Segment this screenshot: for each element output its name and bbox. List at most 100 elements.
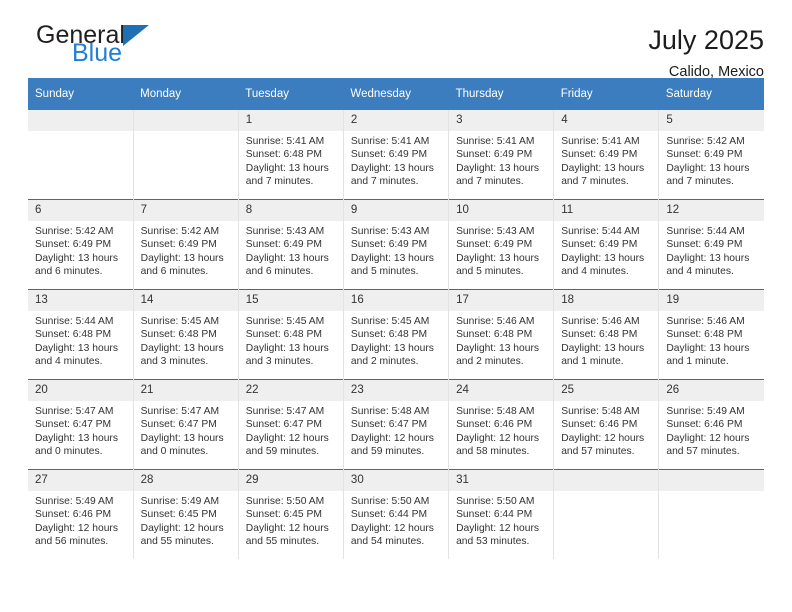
sunrise-text: Sunrise: 5:44 AM <box>561 226 640 237</box>
calendar-day-cell[interactable]: 24 Sunrise: 5:48 AM Sunset: 6:46 PM Dayligh… <box>448 379 555 470</box>
calendar-day-cell[interactable]: 16 Sunrise: 5:45 AM Sunset: 6:48 PM Dayligh… <box>343 289 450 380</box>
day-number: 21 <box>133 380 238 401</box>
calendar-day-cell[interactable]: 18 Sunrise: 5:46 AM Sunset: 6:48 PM Dayligh… <box>553 289 660 380</box>
daylight-text-line2: and 59 minutes. <box>350 446 425 458</box>
day-details: Sunrise: 5:44 AM Sunset: 6:49 PM Daylight:… <box>659 221 764 279</box>
day-details: Sunrise: 5:45 AM Sunset: 6:48 PM Daylight:… <box>344 311 448 369</box>
calendar-day-cell[interactable]: 28 Sunrise: 5:49 AM Sunset: 6:45 PM Dayligh… <box>133 469 239 559</box>
page-header: General Blue July 2025 Calido, Mexico <box>28 0 764 80</box>
weekday-header-wednesday: Wednesday <box>343 78 449 110</box>
daylight-text-line2: and 1 minute. <box>666 356 729 368</box>
calendar-day-cell[interactable]: 13 Sunrise: 5:44 AM Sunset: 6:48 PM Dayligh… <box>28 289 134 380</box>
calendar-day-cell[interactable]: 30 Sunrise: 5:50 AM Sunset: 6:44 PM Dayligh… <box>343 469 450 559</box>
sunrise-text: Sunrise: 5:49 AM <box>666 406 745 417</box>
calendar-week-row: 6 Sunrise: 5:42 AM Sunset: 6:49 PM Daylight… <box>28 199 764 290</box>
calendar-day-cell[interactable]: 1 Sunrise: 5:41 AM Sunset: 6:48 PM Daylight… <box>238 110 344 200</box>
day-details: Sunrise: 5:43 AM Sunset: 6:49 PM Daylight:… <box>239 221 343 279</box>
sunset-text: Sunset: 6:49 PM <box>245 239 322 251</box>
daylight-text-line1: Daylight: 13 hours <box>245 252 329 264</box>
daylight-text-line1: Daylight: 13 hours <box>456 252 540 264</box>
calendar-day-cell[interactable]: 3 Sunrise: 5:41 AM Sunset: 6:49 PM Daylight… <box>448 110 555 200</box>
calendar-day-cell[interactable]: 23 Sunrise: 5:48 AM Sunset: 6:47 PM Dayligh… <box>343 379 450 470</box>
calendar-day-cell[interactable]: 11 Sunrise: 5:44 AM Sunset: 6:49 PM Dayligh… <box>553 199 660 290</box>
calendar-day-cell-empty <box>658 469 764 559</box>
daylight-text-line1: Daylight: 12 hours <box>245 522 329 534</box>
daylight-text-line1: Daylight: 12 hours <box>561 432 645 444</box>
sunset-text: Sunset: 6:46 PM <box>456 419 533 431</box>
calendar-day-cell[interactable]: 5 Sunrise: 5:42 AM Sunset: 6:49 PM Daylight… <box>658 110 764 200</box>
day-details: Sunrise: 5:41 AM Sunset: 6:49 PM Daylight:… <box>344 131 448 189</box>
daylight-text-line1: Daylight: 12 hours <box>140 522 224 534</box>
sunrise-text: Sunrise: 5:43 AM <box>456 226 535 237</box>
daylight-text-line2: and 58 minutes. <box>456 446 530 458</box>
daylight-text-line2: and 57 minutes. <box>561 446 635 458</box>
calendar-day-cell[interactable]: 22 Sunrise: 5:47 AM Sunset: 6:47 PM Dayligh… <box>238 379 344 470</box>
day-details: Sunrise: 5:48 AM Sunset: 6:46 PM Daylight:… <box>554 401 658 459</box>
sunrise-text: Sunrise: 5:46 AM <box>666 316 745 327</box>
brand-logo[interactable]: General Blue <box>28 22 216 66</box>
daylight-text-line1: Daylight: 13 hours <box>140 252 224 264</box>
calendar-day-cell[interactable]: 9 Sunrise: 5:43 AM Sunset: 6:49 PM Daylight… <box>343 199 450 290</box>
calendar-week-row: 13 Sunrise: 5:44 AM Sunset: 6:48 PM Dayligh… <box>28 289 764 380</box>
sunrise-text: Sunrise: 5:48 AM <box>350 406 430 417</box>
sunset-text: Sunset: 6:49 PM <box>456 149 533 161</box>
calendar-day-cell[interactable]: 7 Sunrise: 5:42 AM Sunset: 6:49 PM Daylight… <box>133 199 239 290</box>
calendar-day-cell[interactable]: 10 Sunrise: 5:43 AM Sunset: 6:49 PM Dayligh… <box>448 199 555 290</box>
day-details: Sunrise: 5:41 AM Sunset: 6:49 PM Daylight:… <box>449 131 553 189</box>
calendar-day-cell[interactable]: 27 Sunrise: 5:49 AM Sunset: 6:46 PM Dayligh… <box>28 469 134 559</box>
day-number: 24 <box>449 380 554 401</box>
calendar-day-cell[interactable]: 8 Sunrise: 5:43 AM Sunset: 6:49 PM Daylight… <box>238 199 344 290</box>
calendar-day-cell[interactable]: 25 Sunrise: 5:48 AM Sunset: 6:46 PM Dayligh… <box>553 379 660 470</box>
daylight-text-line2: and 7 minutes. <box>245 176 314 188</box>
calendar-day-cell[interactable]: 6 Sunrise: 5:42 AM Sunset: 6:49 PM Daylight… <box>28 199 134 290</box>
calendar-day-cell[interactable]: 4 Sunrise: 5:41 AM Sunset: 6:49 PM Daylight… <box>553 110 660 200</box>
sunset-text: Sunset: 6:44 PM <box>456 509 533 521</box>
daylight-text-line2: and 55 minutes. <box>140 536 214 548</box>
blue-triangle-icon <box>122 25 149 46</box>
day-number: 18 <box>554 290 659 311</box>
sunset-text: Sunset: 6:49 PM <box>561 239 638 251</box>
daylight-text-line2: and 0 minutes. <box>35 446 103 458</box>
day-number: 17 <box>449 290 554 311</box>
calendar-day-cell[interactable]: 21 Sunrise: 5:47 AM Sunset: 6:47 PM Dayligh… <box>133 379 239 470</box>
calendar-day-cell[interactable]: 29 Sunrise: 5:50 AM Sunset: 6:45 PM Dayligh… <box>238 469 344 559</box>
sunrise-text: Sunrise: 5:41 AM <box>561 136 640 147</box>
calendar-day-cell[interactable]: 17 Sunrise: 5:46 AM Sunset: 6:48 PM Dayligh… <box>448 289 555 380</box>
daylight-text-line1: Daylight: 13 hours <box>561 162 645 174</box>
calendar-day-cell[interactable]: 2 Sunrise: 5:41 AM Sunset: 6:49 PM Daylight… <box>343 110 450 200</box>
calendar-day-cell[interactable]: 19 Sunrise: 5:46 AM Sunset: 6:48 PM Dayligh… <box>658 289 764 380</box>
sunset-text: Sunset: 6:48 PM <box>666 329 743 341</box>
calendar-day-cell[interactable]: 26 Sunrise: 5:49 AM Sunset: 6:46 PM Dayligh… <box>658 379 764 470</box>
weekday-header-sunday: Sunday <box>28 78 134 110</box>
calendar-day-cell[interactable]: 12 Sunrise: 5:44 AM Sunset: 6:49 PM Dayligh… <box>658 199 764 290</box>
day-details: Sunrise: 5:49 AM Sunset: 6:45 PM Daylight:… <box>134 491 238 549</box>
day-number: 3 <box>449 110 554 131</box>
day-number: 29 <box>238 470 343 491</box>
daylight-text-line2: and 4 minutes. <box>561 266 629 278</box>
sunset-text: Sunset: 6:48 PM <box>245 149 322 161</box>
daylight-text-line2: and 4 minutes. <box>35 356 103 368</box>
sunrise-text: Sunrise: 5:43 AM <box>350 226 430 237</box>
day-number <box>554 470 659 491</box>
weekday-header-thursday: Thursday <box>448 78 554 110</box>
calendar-day-cell[interactable]: 31 Sunrise: 5:50 AM Sunset: 6:44 PM Dayligh… <box>448 469 555 559</box>
weekday-header-row: Sunday Monday Tuesday Wednesday Thursday… <box>28 78 764 110</box>
daylight-text-line2: and 3 minutes. <box>140 356 209 368</box>
daylight-text-line2: and 6 minutes. <box>35 266 103 278</box>
day-details: Sunrise: 5:43 AM Sunset: 6:49 PM Daylight:… <box>344 221 448 279</box>
calendar-day-cell[interactable]: 20 Sunrise: 5:47 AM Sunset: 6:47 PM Dayligh… <box>28 379 134 470</box>
sunrise-text: Sunrise: 5:43 AM <box>245 226 325 237</box>
day-number: 7 <box>133 200 238 221</box>
day-number: 1 <box>238 110 343 131</box>
calendar-day-cell[interactable]: 14 Sunrise: 5:45 AM Sunset: 6:48 PM Dayligh… <box>133 289 239 380</box>
calendar-day-cell-empty <box>28 110 134 200</box>
sunrise-text: Sunrise: 5:42 AM <box>666 136 745 147</box>
day-number <box>133 110 238 131</box>
sunset-text: Sunset: 6:48 PM <box>140 329 217 341</box>
daylight-text-line2: and 0 minutes. <box>140 446 209 458</box>
day-number: 25 <box>554 380 659 401</box>
calendar-day-cell[interactable]: 15 Sunrise: 5:45 AM Sunset: 6:48 PM Dayligh… <box>238 289 344 380</box>
sunset-text: Sunset: 6:48 PM <box>456 329 533 341</box>
day-details: Sunrise: 5:46 AM Sunset: 6:48 PM Daylight:… <box>659 311 764 369</box>
day-details: Sunrise: 5:49 AM Sunset: 6:46 PM Daylight:… <box>659 401 764 459</box>
